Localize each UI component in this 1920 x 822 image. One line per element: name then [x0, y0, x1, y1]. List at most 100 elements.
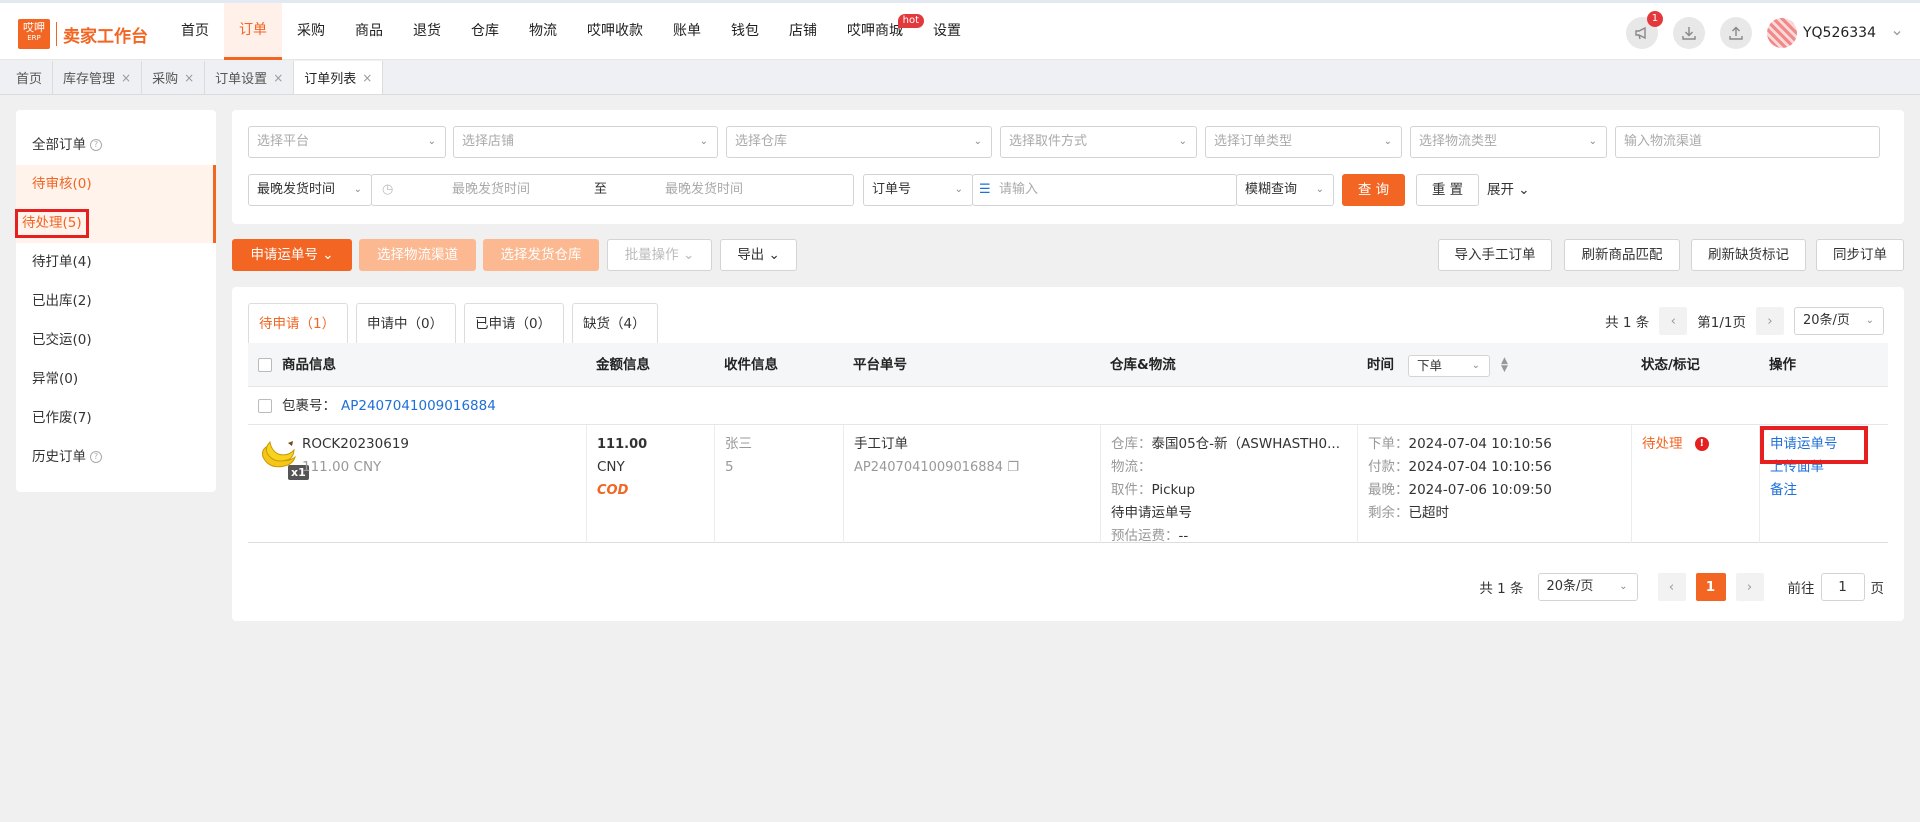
- sidebar-item-exception[interactable]: 异常(0): [16, 360, 216, 399]
- col-amount: 金额信息: [596, 357, 650, 373]
- exclamation-icon[interactable]: !: [1694, 437, 1709, 451]
- copy-icon[interactable]: ❐: [1007, 460, 1019, 475]
- nav-item-shops[interactable]: 店铺: [774, 3, 832, 60]
- nav-item-payment[interactable]: 哎呷收款: [572, 3, 658, 60]
- query-button[interactable]: 查 询: [1342, 174, 1405, 206]
- nav-item-purchase[interactable]: 采购: [282, 3, 340, 60]
- package-checkbox[interactable]: [258, 399, 272, 413]
- sidebar-item-pending-process[interactable]: 待处理(5): [15, 204, 216, 243]
- search-field-select[interactable]: 订单号 ⌄: [863, 174, 973, 206]
- tab-applying[interactable]: 申请中（0）: [356, 303, 456, 343]
- nav-item-products[interactable]: 商品: [340, 3, 398, 60]
- page-size-select[interactable]: 20条/页 ⌄: [1537, 573, 1638, 601]
- prev-page-button[interactable]: ‹: [1657, 573, 1686, 601]
- chevron-down-icon: ⌄: [954, 184, 963, 195]
- time-type-select[interactable]: 最晚发货时间 ⌄: [248, 174, 372, 206]
- nav-item-settings[interactable]: 设置: [918, 3, 976, 60]
- package-number-link[interactable]: AP2407041009016884: [341, 387, 496, 425]
- next-page-button[interactable]: ›: [1735, 573, 1764, 601]
- sidebar-item-history[interactable]: 历史订单?: [16, 438, 216, 477]
- nav-item-home[interactable]: 首页: [166, 3, 224, 60]
- sidebar-item-pending-review[interactable]: 待审核(0): [16, 165, 216, 204]
- tab-stockout[interactable]: 缺货（4）: [572, 303, 658, 343]
- prev-page-button[interactable]: ‹: [1659, 307, 1688, 335]
- date-range-picker[interactable]: ◷ 最晚发货时间 至 最晚发货时间: [371, 174, 854, 206]
- page-size-value: 20条/页: [1803, 313, 1850, 328]
- sidebar-item-label: 已作废(7): [32, 410, 92, 426]
- nav-item-mall[interactable]: 哎呷商城 hot: [832, 3, 924, 60]
- username[interactable]: YQ526334: [1803, 25, 1876, 41]
- logistics-label: 物流：: [1111, 459, 1152, 475]
- nav-item-warehouse[interactable]: 仓库: [456, 3, 514, 60]
- product-price: 111.00 CNY: [302, 459, 382, 475]
- choose-warehouse-button[interactable]: 选择发货仓库: [483, 239, 599, 271]
- nav-item-returns[interactable]: 退货: [398, 3, 456, 60]
- logistics-type-select[interactable]: 选择物流类型 ⌄: [1410, 126, 1607, 158]
- export-dropdown[interactable]: 导出 ⌄: [720, 239, 797, 271]
- sort-icon[interactable]: ▲ ▼: [1501, 357, 1508, 374]
- upload-button[interactable]: [1719, 17, 1752, 49]
- close-icon[interactable]: ×: [273, 71, 283, 85]
- close-icon[interactable]: ×: [184, 71, 194, 85]
- logo-icon-text: 哎呷: [23, 21, 45, 34]
- nav-item-bills[interactable]: 账单: [658, 3, 716, 60]
- time-sort-select[interactable]: 下单 ⌄: [1408, 355, 1490, 377]
- warehouse-select[interactable]: 选择仓库 ⌄: [726, 126, 992, 158]
- download-button[interactable]: [1672, 17, 1705, 49]
- tab-applied[interactable]: 已申请（0）: [464, 303, 564, 343]
- tab-pending-apply[interactable]: 待申请（1）: [248, 303, 348, 343]
- nav-item-orders[interactable]: 订单: [224, 3, 282, 60]
- sidebar-item-label: 已交运(0): [32, 332, 92, 348]
- goto-page-input[interactable]: 1: [1820, 573, 1865, 601]
- remark-link[interactable]: 备注: [1770, 479, 1878, 502]
- avatar[interactable]: [1766, 18, 1797, 48]
- platform-order-number-row: AP2407041009016884 ❐: [854, 456, 1090, 479]
- page-number-current[interactable]: 1: [1695, 573, 1726, 601]
- expand-button[interactable]: 展开 ⌄: [1487, 174, 1530, 206]
- sidebar-item-all-orders[interactable]: 全部订单?: [16, 126, 216, 165]
- reset-button[interactable]: 重 置: [1416, 174, 1479, 206]
- close-icon[interactable]: ×: [121, 71, 131, 85]
- highlight-box: [1760, 426, 1868, 464]
- batch-input-icon[interactable]: ☰: [979, 175, 991, 205]
- upload-icon: [1729, 26, 1743, 40]
- nav-item-logistics[interactable]: 物流: [514, 3, 572, 60]
- page-tab-order-list[interactable]: 订单列表 ×: [294, 61, 384, 94]
- page-tab-label: 订单设置: [215, 72, 268, 87]
- sync-orders-button[interactable]: 同步订单: [1816, 239, 1904, 271]
- nav-item-wallet[interactable]: 钱包: [716, 3, 774, 60]
- order-time: 2024-07-04 10:10:56: [1408, 436, 1552, 452]
- announcement-button[interactable]: 1: [1625, 11, 1663, 49]
- import-manual-orders-button[interactable]: 导入手工订单: [1438, 239, 1552, 271]
- platform-select[interactable]: 选择平台 ⌄: [248, 126, 446, 158]
- choose-channel-button[interactable]: 选择物流渠道: [359, 239, 476, 271]
- page-tab-home[interactable]: 首页: [6, 61, 54, 94]
- select-all-checkbox[interactable]: [258, 358, 272, 372]
- match-type-select[interactable]: 模糊查询 ⌄: [1236, 174, 1334, 206]
- next-page-button[interactable]: ›: [1756, 307, 1784, 335]
- sidebar-item-handed-over[interactable]: 已交运(0): [16, 321, 216, 360]
- sidebar-item-voided[interactable]: 已作废(7): [16, 399, 216, 438]
- chevron-down-icon[interactable]: [1892, 28, 1902, 38]
- order-type-select[interactable]: 选择订单类型 ⌄: [1205, 126, 1402, 158]
- batch-operation-dropdown[interactable]: 批量操作 ⌄: [607, 239, 712, 271]
- page-tab-order-settings[interactable]: 订单设置 ×: [205, 61, 295, 94]
- search-input[interactable]: ☰ 请输入: [972, 174, 1237, 206]
- time-cell: 下单：2024-07-04 10:10:56 付款：2024-07-04 10:…: [1357, 425, 1631, 543]
- logistics-channel-input[interactable]: 输入物流渠道: [1615, 126, 1880, 158]
- order-type-select-placeholder: 选择订单类型: [1214, 134, 1293, 149]
- refresh-product-match-button[interactable]: 刷新商品匹配: [1564, 239, 1680, 271]
- time-sort-value: 下单: [1417, 358, 1443, 373]
- logo[interactable]: 哎呷 ERP 卖家工作台: [18, 19, 148, 49]
- sidebar-item-shipped-out[interactable]: 已出库(2): [16, 282, 216, 321]
- apply-tracking-dropdown[interactable]: 申请运单号 ⌄: [232, 239, 352, 271]
- page-tab-purchase[interactable]: 采购 ×: [142, 61, 206, 94]
- pickup-select[interactable]: 选择取件方式 ⌄: [1000, 126, 1197, 158]
- shop-select[interactable]: 选择店铺 ⌄: [453, 126, 718, 158]
- page-tab-inventory[interactable]: 库存管理 ×: [53, 61, 143, 94]
- sidebar-item-to-print[interactable]: 待打单(4): [16, 243, 216, 282]
- page-size-select[interactable]: 20条/页 ⌄: [1794, 307, 1884, 335]
- close-icon[interactable]: ×: [362, 71, 372, 85]
- download-icon: [1682, 27, 1696, 40]
- refresh-stockout-button[interactable]: 刷新缺货标记: [1691, 239, 1806, 271]
